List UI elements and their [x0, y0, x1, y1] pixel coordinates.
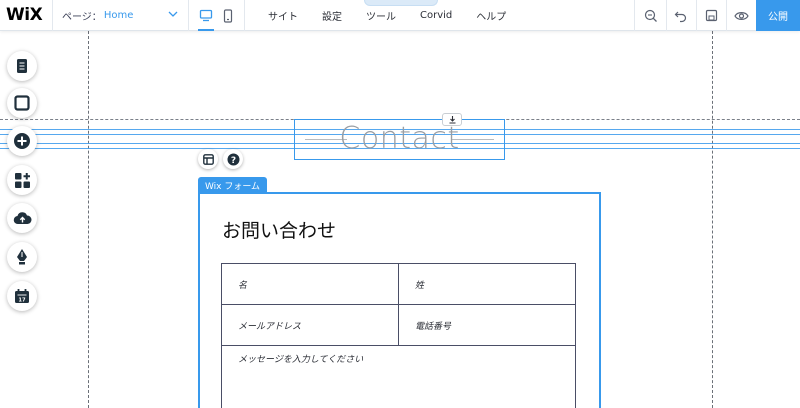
background-icon: [14, 95, 30, 111]
menu-item-tools[interactable]: ツール: [354, 8, 408, 23]
undo-button[interactable]: [666, 0, 696, 31]
gridline-right: [712, 31, 713, 408]
blog-button[interactable]: [7, 242, 37, 272]
first-name-field[interactable]: 名: [221, 263, 399, 305]
bookings-button[interactable]: 17: [7, 281, 37, 311]
menu-item-help[interactable]: ヘルプ: [464, 8, 518, 23]
message-placeholder: メッセージを入力してください: [238, 355, 364, 365]
menu-item-corvid[interactable]: Corvid: [408, 10, 464, 21]
save-icon: [705, 9, 717, 22]
zoom-out-icon: [644, 9, 657, 22]
pages-icon: [17, 59, 27, 73]
contact-title: Contact: [339, 121, 460, 156]
divider: [52, 0, 53, 31]
last-name-field[interactable]: 姓: [398, 263, 576, 305]
phone-field[interactable]: 電話番号: [398, 304, 576, 346]
pen-nib-icon: [17, 249, 27, 265]
phone-placeholder: 電話番号: [415, 322, 452, 332]
preview-button[interactable]: [726, 0, 756, 31]
email-field[interactable]: メールアドレス: [221, 304, 399, 346]
divider: [634, 0, 635, 31]
cloud-upload-icon: [13, 211, 32, 224]
menu-item-settings[interactable]: 設定: [310, 8, 354, 23]
last-name-placeholder: 姓: [415, 281, 425, 291]
plus-circle-icon: [14, 133, 30, 149]
stretch-handle[interactable]: [442, 113, 462, 126]
eye-icon: [733, 11, 749, 20]
background-button[interactable]: [7, 88, 37, 118]
svg-text:?: ?: [230, 155, 235, 165]
top-panel-pull-tab[interactable]: [364, 0, 438, 6]
gridline-left: [88, 31, 89, 408]
wix-logo[interactable]: WiX: [6, 5, 43, 25]
layout-icon: [202, 153, 214, 165]
undo-icon: [674, 11, 687, 22]
first-name-placeholder: 名: [238, 281, 248, 291]
publish-button[interactable]: 公開: [756, 0, 800, 31]
desktop-icon: [199, 9, 213, 22]
wix-form[interactable]: お問い合わせ 名 姓 メールアドレス 電話番号 メッセージを入力してください: [198, 192, 601, 408]
menu-item-site[interactable]: サイト: [256, 8, 310, 23]
chevron-down-icon: [168, 11, 178, 17]
svg-text:17: 17: [18, 297, 26, 303]
desktop-view-button[interactable]: [195, 0, 217, 31]
mobile-view-button[interactable]: [217, 0, 239, 31]
wix-form-tag[interactable]: Wix フォーム: [198, 177, 267, 193]
media-upload-button[interactable]: [7, 203, 37, 233]
contact-title-element[interactable]: Contact: [294, 119, 505, 160]
help-button[interactable]: ?: [223, 149, 243, 169]
calendar-icon: 17: [15, 289, 29, 303]
form-title: お問い合わせ: [222, 220, 337, 242]
message-field[interactable]: メッセージを入力してください: [221, 345, 576, 408]
page-selector-value: Home: [103, 10, 134, 21]
page-selector-label: ページ：: [62, 12, 102, 23]
form-layout-button[interactable]: [198, 149, 218, 169]
divider: [244, 0, 245, 31]
apps-icon: [14, 172, 30, 188]
add-element-button[interactable]: [7, 126, 37, 156]
zoom-button[interactable]: [636, 0, 666, 31]
page-selector[interactable]: ページ： Home: [62, 0, 187, 31]
question-icon: ?: [227, 153, 239, 165]
mobile-icon: [223, 8, 233, 23]
email-placeholder: メールアドレス: [238, 322, 302, 332]
download-arrow-icon: [449, 116, 455, 124]
save-button[interactable]: [696, 0, 726, 31]
divider: [188, 0, 189, 31]
pages-menu-button[interactable]: [7, 51, 37, 81]
add-apps-button[interactable]: [7, 165, 37, 195]
